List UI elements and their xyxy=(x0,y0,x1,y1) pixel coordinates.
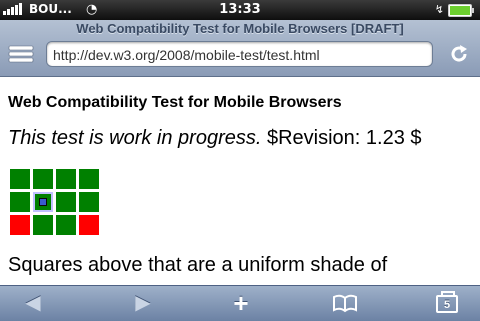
plus-icon: + xyxy=(233,288,249,318)
add-bookmark-button[interactable]: + xyxy=(228,288,254,318)
result-explanation-text: Squares above that are a uniform shade o… xyxy=(8,254,388,276)
battery-icon xyxy=(448,4,474,17)
reload-icon xyxy=(451,45,467,62)
grid-square-pass xyxy=(33,215,53,235)
open-book-icon xyxy=(333,294,357,313)
grid-square-pass xyxy=(79,169,99,189)
content-heading: Web Compatibility Test for Mobile Browse… xyxy=(8,94,342,111)
grid-square-fail xyxy=(79,215,99,235)
grid-square-pass xyxy=(56,215,76,235)
reload-button[interactable] xyxy=(448,43,470,65)
grid-square-pass xyxy=(56,169,76,189)
test-result-grid xyxy=(10,169,99,235)
forward-arrow-icon: ▶ xyxy=(135,292,151,314)
address-bar[interactable]: http://dev.w3.org/2008/mobile-test/test.… xyxy=(46,41,433,67)
grid-center-square xyxy=(33,192,53,212)
grid-square-pass xyxy=(56,192,76,212)
browser-header: Web Compatibility Test for Mobile Browse… xyxy=(0,20,480,77)
page-content: Web Compatibility Test for Mobile Browse… xyxy=(0,77,480,285)
revision-text: $Revision: 1.23 $ xyxy=(261,127,422,149)
forward-button[interactable]: ▶ xyxy=(130,291,156,315)
pages-count: 5 xyxy=(443,299,451,311)
progress-italic-text: This test is work in progress. xyxy=(8,127,262,149)
browser-toolbar: ◀ ▶ + 5 xyxy=(0,285,480,321)
back-arrow-icon: ◀ xyxy=(25,292,41,314)
clock: 13:33 xyxy=(219,2,261,17)
charging-icon: ↯ xyxy=(434,3,444,16)
back-button[interactable]: ◀ xyxy=(20,291,46,315)
grid-square-fail xyxy=(10,215,30,235)
status-bar: BOU... ◔ 13:33 ↯ xyxy=(0,0,480,20)
center-marker xyxy=(39,198,47,206)
pages-button[interactable]: 5 xyxy=(436,291,458,313)
grid-square-pass xyxy=(10,169,30,189)
grid-square-pass xyxy=(10,192,30,212)
grid-square-pass xyxy=(33,169,53,189)
page-title: Web Compatibility Test for Mobile Browse… xyxy=(76,21,404,36)
bookmarks-toolbar-button[interactable] xyxy=(332,291,358,315)
bookmarks-button[interactable] xyxy=(8,44,34,64)
bookmarks-icon xyxy=(8,45,34,63)
grid-square-pass xyxy=(79,192,99,212)
progress-note: This test is work in progress. $Revision… xyxy=(8,127,422,150)
